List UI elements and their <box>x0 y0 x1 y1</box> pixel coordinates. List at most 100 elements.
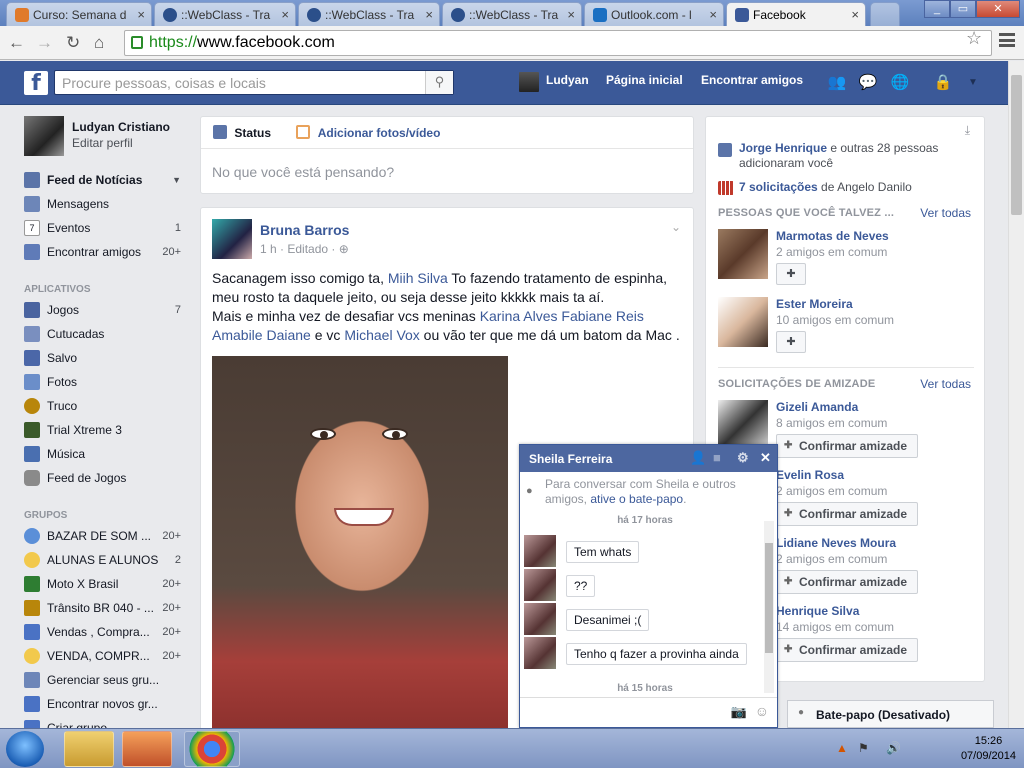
person-name[interactable]: Marmotas de Neves <box>776 229 889 243</box>
sidebar-item-photos[interactable]: Fotos <box>24 374 188 398</box>
volume-icon[interactable]: 🔊 <box>886 741 901 755</box>
chat-input[interactable]: 📷 ☺ <box>520 697 777 727</box>
chat-scrollbar[interactable] <box>764 521 774 693</box>
enable-chat-link[interactable]: ative o bate-papo <box>590 492 683 506</box>
new-tab-button[interactable] <box>870 2 900 26</box>
sidebar-item-group[interactable]: BAZAR DE SOM ... 20+ <box>24 528 188 552</box>
browser-tab[interactable]: ::WebClass - Tra × <box>154 2 296 26</box>
person-name[interactable]: Evelin Rosa <box>776 468 844 482</box>
sidebar-item-find-friends[interactable]: Encontrar amigos 20+ <box>24 244 188 268</box>
address-bar[interactable]: https://www.facebook.com <box>124 30 992 56</box>
scrollbar-thumb[interactable] <box>1011 75 1022 215</box>
profile-link[interactable]: Ludyan <box>546 73 589 87</box>
camera-icon[interactable]: 📷 <box>731 704 747 720</box>
browser-tab[interactable]: Outlook.com - l × <box>584 2 724 26</box>
add-friends-icon[interactable]: 👤 <box>690 450 706 466</box>
facebook-logo[interactable]: f <box>24 71 48 96</box>
add-friend-button[interactable]: ✚ <box>776 331 806 353</box>
see-all-link[interactable]: Ver todas <box>920 206 971 220</box>
forward-icon[interactable]: → <box>36 33 53 53</box>
sidebar-item-group[interactable]: Vendas , Compra... 20+ <box>24 624 188 648</box>
home-link[interactable]: Página inicial <box>606 73 683 87</box>
person-photo[interactable] <box>718 400 768 450</box>
system-tray-icon[interactable]: ▲ <box>836 741 848 755</box>
confirm-friend-button[interactable]: Confirmar amizade <box>776 570 918 594</box>
find-friends-link[interactable]: Encontrar amigos <box>701 73 803 87</box>
chat-title[interactable]: Sheila Ferreira <box>529 452 612 466</box>
notification-requests[interactable]: 7 solicitações de Angelo Danilo <box>739 180 912 195</box>
sidebar-item-games-feed[interactable]: Feed de Jogos <box>24 470 188 494</box>
close-tab-icon[interactable]: × <box>137 7 145 22</box>
browser-tab[interactable]: ::WebClass - Tra × <box>298 2 440 26</box>
download-icon[interactable]: ⤓ <box>965 123 970 138</box>
chat-header[interactable]: Sheila Ferreira 👤 ■ ⚙ ✕ <box>520 445 777 472</box>
friend-requests-icon[interactable]: 👥 <box>827 73 847 91</box>
sidebar-item-truco[interactable]: Truco <box>24 398 188 422</box>
media-player-icon[interactable] <box>122 731 172 767</box>
post-author[interactable]: Bruna Barros <box>260 222 349 238</box>
notifications-globe-icon[interactable]: 🌐 <box>890 73 910 91</box>
post-photo[interactable] <box>212 356 508 738</box>
back-icon[interactable]: ← <box>8 33 25 53</box>
explorer-icon[interactable] <box>64 731 114 767</box>
video-call-icon[interactable]: ■ <box>713 450 721 465</box>
confirm-friend-button[interactable]: Confirmar amizade <box>776 638 918 662</box>
minimize-button[interactable]: _ <box>924 0 950 18</box>
avatar[interactable] <box>519 72 539 92</box>
close-tab-icon[interactable]: × <box>709 7 717 22</box>
sidebar-item-messages[interactable]: Mensagens <box>24 196 188 220</box>
close-tab-icon[interactable]: × <box>281 7 289 22</box>
person-name[interactable]: Gizeli Amanda <box>776 400 858 414</box>
privacy-lock-icon[interactable]: 🔒 <box>933 73 953 91</box>
home-icon[interactable]: ⌂ <box>94 33 104 53</box>
clock[interactable]: 15:26 07/09/2014 <box>961 734 1016 764</box>
confirm-friend-button[interactable]: Confirmar amizade <box>776 502 918 526</box>
sidebar-item-group[interactable]: VENDA, COMPR... 20+ <box>24 648 188 672</box>
chevron-down-icon[interactable]: ⌄ <box>671 220 681 234</box>
sidebar-item-saved[interactable]: Salvo <box>24 350 188 374</box>
status-input[interactable]: No que você está pensando? <box>201 149 693 195</box>
sidebar-item-news-feed[interactable]: Feed de Notícias ▼ <box>24 172 188 196</box>
chrome-icon[interactable] <box>184 731 240 767</box>
confirm-friend-button[interactable]: Confirmar amizade <box>776 434 918 458</box>
tagged-friend-link[interactable]: Miih Silva <box>388 270 448 286</box>
person-photo[interactable] <box>718 297 768 347</box>
profile-picture[interactable] <box>24 116 64 156</box>
reload-icon[interactable]: ↻ <box>66 33 80 53</box>
add-friend-button[interactable]: ✚ <box>776 263 806 285</box>
sidebar-item-manage-groups[interactable]: Gerenciar seus gru... <box>24 672 188 696</box>
notification-friends-added[interactable]: Jorge Henrique e outras 28 pessoas adici… <box>739 141 974 171</box>
messages-icon[interactable]: 💬 <box>858 73 878 91</box>
sidebar-item-group[interactable]: Trânsito BR 040 - ... 20+ <box>24 600 188 624</box>
close-window-button[interactable]: ✕ <box>976 0 1020 18</box>
scrollbar-thumb[interactable] <box>765 543 773 653</box>
close-icon[interactable]: ✕ <box>760 450 771 466</box>
tab-status[interactable]: Status <box>234 126 271 140</box>
author-avatar[interactable] <box>212 219 252 259</box>
sidebar-item-games[interactable]: Jogos 7 <box>24 302 188 326</box>
sidebar-item-trial-xtreme[interactable]: Trial Xtreme 3 <box>24 422 188 446</box>
search-input[interactable]: Procure pessoas, coisas e locais ⚲ <box>54 70 454 95</box>
person-name[interactable]: Lidiane Neves Moura <box>776 536 896 550</box>
see-all-link[interactable]: Ver todas <box>920 377 971 391</box>
emoji-icon[interactable]: ☺ <box>755 703 769 719</box>
person-name[interactable]: Henrique Silva <box>776 604 859 618</box>
sidebar-item-music[interactable]: Música <box>24 446 188 470</box>
tagged-friend-link[interactable]: Michael Vox <box>344 327 419 343</box>
sidebar-item-group[interactable]: Moto X Brasil 20+ <box>24 576 188 600</box>
chevron-down-icon[interactable]: ▼ <box>172 172 181 188</box>
person-name[interactable]: Ester Moreira <box>776 297 853 311</box>
tab-add-photo[interactable]: Adicionar fotos/vídeo <box>318 126 441 140</box>
chrome-menu-icon[interactable] <box>999 33 1015 47</box>
browser-tab[interactable]: ::WebClass - Tra × <box>442 2 582 26</box>
search-icon[interactable]: ⚲ <box>425 71 453 94</box>
chat-sidebar-toggle[interactable]: Bate-papo (Desativado) <box>787 700 994 728</box>
gear-icon[interactable]: ⚙ <box>737 450 749 466</box>
flag-icon[interactable]: ⚑ <box>858 741 869 755</box>
chevron-down-icon[interactable]: ▼ <box>963 77 983 95</box>
browser-tab[interactable]: Curso: Semana d × <box>6 2 152 26</box>
page-scrollbar[interactable] <box>1008 61 1024 728</box>
sidebar-item-find-groups[interactable]: Encontrar novos gr... <box>24 696 188 720</box>
start-button[interactable] <box>6 731 44 767</box>
browser-tab-active[interactable]: Facebook × <box>726 2 866 27</box>
